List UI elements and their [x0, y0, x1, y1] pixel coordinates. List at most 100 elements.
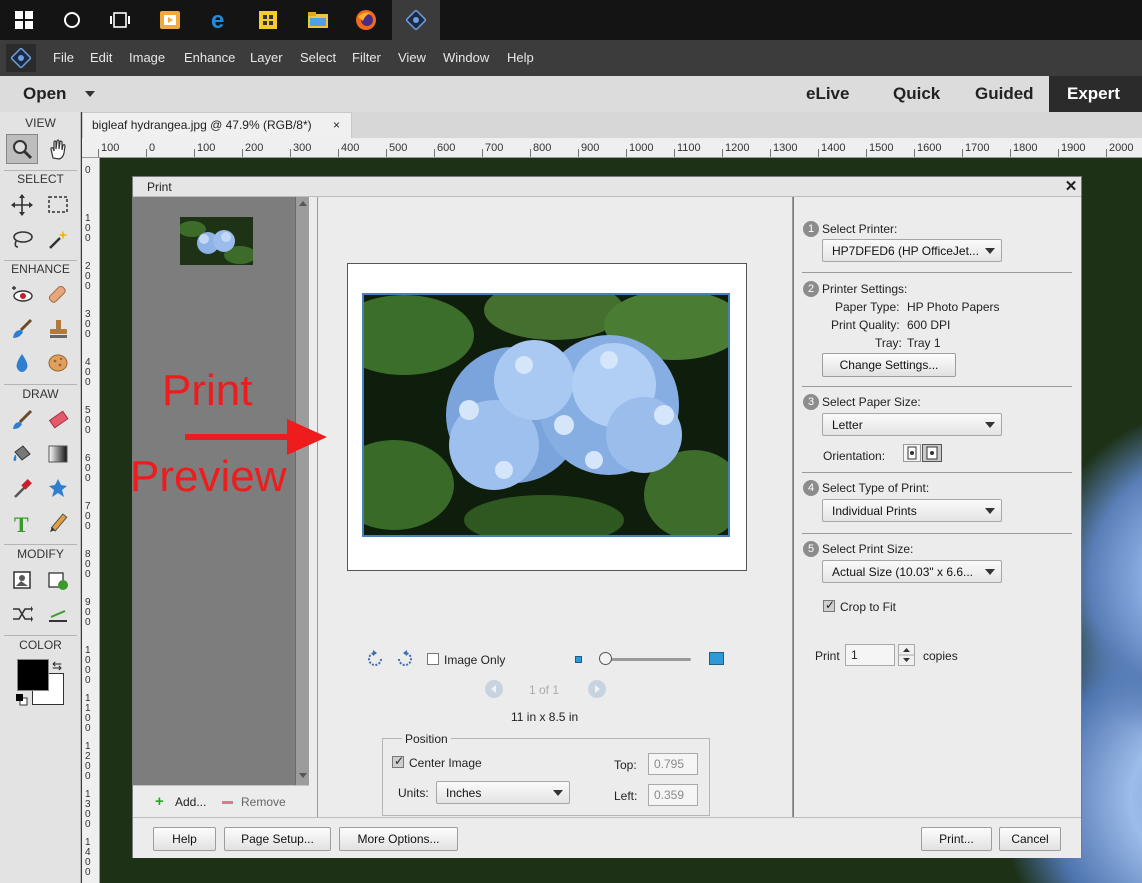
blur-tool-icon[interactable]	[6, 348, 38, 378]
thumbnail-image[interactable]	[180, 217, 253, 265]
mode-expert-tab[interactable]: Expert	[1049, 76, 1142, 112]
custom-shape-icon[interactable]	[42, 473, 74, 503]
menu-file[interactable]: File	[53, 50, 74, 65]
mode-expert[interactable]: Expert	[1067, 84, 1120, 104]
move-tool-icon[interactable]	[6, 190, 38, 220]
menu-help[interactable]: Help	[507, 50, 534, 65]
menu-filter[interactable]: Filter	[352, 50, 381, 65]
ruler-h-label: 1400	[821, 142, 846, 154]
content-aware-move-icon[interactable]	[6, 599, 38, 629]
change-settings-button[interactable]: Change Settings...	[822, 353, 956, 377]
clone-stamp-icon[interactable]	[42, 314, 74, 344]
print-size-dropdown[interactable]: Actual Size (10.03" x 6.6...	[822, 560, 1002, 583]
default-colors-icon[interactable]	[16, 694, 28, 706]
print-type-dropdown[interactable]: Individual Prints	[822, 499, 1002, 522]
menu-enhance[interactable]: Enhance	[184, 50, 235, 65]
cancel-button[interactable]: Cancel	[999, 827, 1061, 851]
paint-bucket-icon[interactable]	[6, 439, 38, 469]
left-input[interactable]: 0.359	[648, 784, 698, 806]
page-setup-button[interactable]: Page Setup...	[224, 827, 331, 851]
previous-page-icon[interactable]	[485, 680, 503, 698]
photoshop-elements-icon[interactable]	[392, 0, 440, 40]
ruler-h-tick	[242, 149, 243, 157]
foreground-color-swatch[interactable]	[17, 659, 49, 691]
section-view-label: VIEW	[25, 116, 56, 130]
recompose-tool-icon[interactable]	[42, 565, 74, 595]
add-button[interactable]: Add...	[175, 795, 206, 809]
section-color-label: COLOR	[19, 638, 62, 652]
center-image-checkbox[interactable]	[392, 754, 404, 768]
close-dialog-icon[interactable]: ✕	[1061, 177, 1081, 197]
gradient-tool-icon[interactable]	[42, 439, 74, 469]
step-4-badge: 4	[803, 480, 819, 496]
add-icon[interactable]: +	[155, 793, 164, 810]
portrait-orientation-icon[interactable]	[903, 444, 921, 462]
windows-start-icon[interactable]	[0, 0, 48, 40]
brush-tool-icon[interactable]	[6, 405, 38, 435]
preview-image[interactable]	[362, 293, 730, 537]
pencil-tool-icon[interactable]	[42, 508, 74, 538]
cortana-icon[interactable]	[48, 0, 96, 40]
ruler-h-label: 1800	[1013, 142, 1038, 154]
zoom-out-icon[interactable]	[575, 656, 582, 663]
menu-view[interactable]: View	[398, 50, 426, 65]
section-draw-label: DRAW	[22, 387, 59, 401]
video-editor-icon[interactable]	[146, 0, 194, 40]
mode-elive[interactable]: eLive	[806, 84, 849, 104]
units-dropdown[interactable]: Inches	[436, 781, 570, 804]
menu-window[interactable]: Window	[443, 50, 489, 65]
zoom-slider-track[interactable]	[603, 658, 691, 661]
eyedropper-icon[interactable]	[6, 473, 38, 503]
step-5-badge: 5	[803, 541, 819, 557]
hand-tool-icon[interactable]	[42, 134, 74, 164]
sponge-tool-icon[interactable]	[42, 348, 74, 378]
straighten-tool-icon[interactable]	[42, 599, 74, 629]
copies-input[interactable]: 1	[845, 644, 895, 666]
select-type-label: Select Type of Print:	[822, 481, 930, 495]
folder-icon[interactable]	[294, 0, 342, 40]
open-dropdown-icon[interactable]	[85, 91, 95, 97]
magic-wand-icon[interactable]	[42, 224, 74, 254]
rotate-left-icon[interactable]	[365, 649, 385, 669]
image-only-checkbox[interactable]	[427, 653, 439, 665]
crop-to-fit-checkbox[interactable]	[823, 598, 835, 612]
zoom-tool-icon[interactable]	[6, 134, 38, 164]
swap-colors-icon[interactable]: ⇆	[52, 659, 62, 673]
top-input[interactable]: 0.795	[648, 753, 698, 775]
next-page-icon[interactable]	[588, 680, 606, 698]
task-view-icon[interactable]	[96, 0, 144, 40]
paper-size-dropdown[interactable]: Letter	[822, 413, 1002, 436]
remove-button[interactable]: Remove	[241, 795, 286, 809]
help-button[interactable]: Help	[153, 827, 216, 851]
landscape-orientation-icon[interactable]	[922, 444, 942, 462]
crop-tool-icon[interactable]	[6, 565, 38, 595]
open-button[interactable]: Open	[23, 84, 66, 104]
mode-quick[interactable]: Quick	[893, 84, 940, 104]
printer-dropdown[interactable]: HP7DFED6 (HP OfficeJet...	[822, 239, 1002, 262]
file-explorer-icon[interactable]	[244, 0, 292, 40]
marquee-tool-icon[interactable]	[42, 190, 74, 220]
copies-stepper[interactable]	[898, 644, 915, 666]
print-button[interactable]: Print...	[921, 827, 992, 851]
smart-brush-icon[interactable]	[6, 314, 38, 344]
eraser-tool-icon[interactable]	[42, 405, 74, 435]
menu-image[interactable]: Image	[129, 50, 165, 65]
rotate-right-icon[interactable]	[395, 649, 415, 669]
thumbnail-scrollbar[interactable]	[295, 197, 309, 785]
menu-select[interactable]: Select	[300, 50, 336, 65]
zoom-in-icon[interactable]	[709, 652, 724, 665]
document-tab[interactable]: bigleaf hydrangea.jpg @ 47.9% (RGB/8*) ×	[82, 112, 352, 138]
type-tool-icon[interactable]: T	[6, 508, 38, 538]
zoom-slider-thumb[interactable]	[599, 652, 612, 665]
mode-guided[interactable]: Guided	[975, 84, 1034, 104]
menu-edit[interactable]: Edit	[90, 50, 112, 65]
spot-healing-icon[interactable]	[42, 280, 74, 310]
ruler-h-label: 1000	[629, 142, 654, 154]
red-eye-tool-icon[interactable]	[6, 280, 38, 310]
more-options-button[interactable]: More Options...	[339, 827, 458, 851]
edge-icon[interactable]: e	[196, 0, 244, 40]
lasso-tool-icon[interactable]	[6, 224, 38, 254]
close-tab-icon[interactable]: ×	[333, 118, 340, 132]
firefox-icon[interactable]	[342, 0, 390, 40]
menu-layer[interactable]: Layer	[250, 50, 283, 65]
